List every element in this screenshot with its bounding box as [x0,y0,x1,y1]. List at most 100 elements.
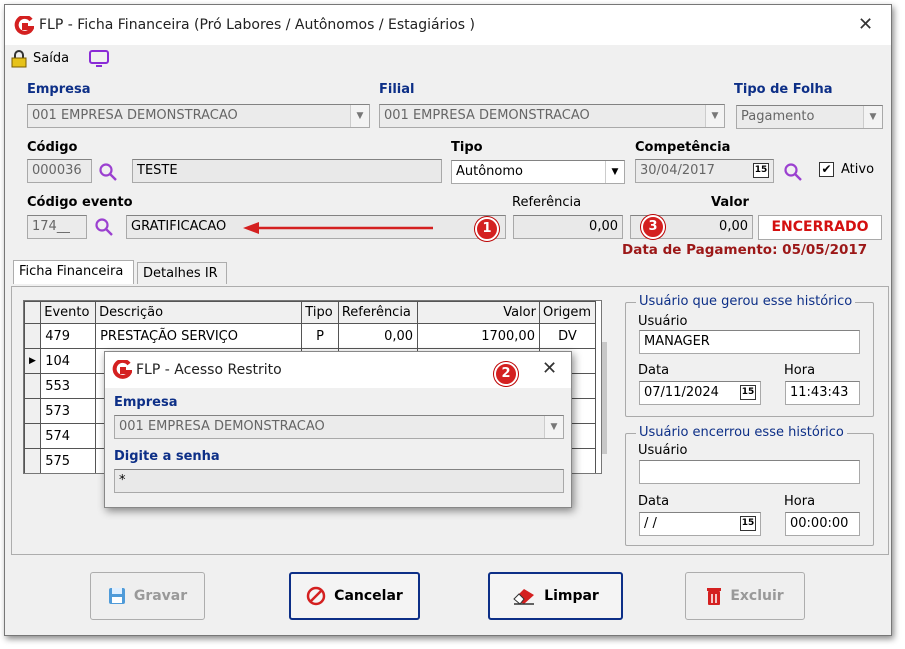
delete-button[interactable]: Excluir [685,572,805,620]
window-title: FLP - Ficha Financeira (Pró Labores / Au… [39,17,475,33]
chevron-down-icon: ▼ [705,105,724,127]
valor-value: 0,00 [719,219,748,234]
empresa-label: Empresa [27,82,91,97]
empresa-select[interactable]: 001 EMPRESA DEMONSTRACAO ▼ [27,104,370,128]
tipo-folha-value: Pagamento [741,109,815,124]
restricted-access-dialog: FLP - Acesso Restrito ✕ 2 Empresa 001 EM… [104,351,572,508]
tipo-label: Tipo [451,140,483,155]
trash-icon [707,588,722,605]
user-label: Usuário [638,443,688,458]
competencia-field[interactable]: 30/04/2017 15 [635,159,774,183]
tab-label: Ficha Financeira [19,264,124,279]
flp-logo-icon [14,16,34,35]
eraser-icon [513,589,535,605]
ativo-checkbox[interactable]: ✔ [819,162,834,177]
cell-origem: DV [538,323,597,349]
chevron-down-icon: ▼ [605,161,624,183]
column-header[interactable]: Evento [40,301,97,324]
closed-user-field[interactable] [639,460,860,484]
row-indicator [24,323,42,349]
grid-scrollbar[interactable] [602,342,607,454]
closed-time-field[interactable]: 00:00:00 [785,512,860,536]
filial-label: Filial [379,82,415,97]
cell-evento: 104 [40,348,97,374]
column-header[interactable]: Valor [417,301,540,324]
save-button[interactable]: Gravar [90,572,205,620]
cell-valor: 1700,00 [417,323,540,349]
lock-icon [11,50,27,68]
calendar-icon[interactable]: 15 [740,385,756,400]
row-indicator [24,423,42,449]
dialog-empresa-select[interactable]: 001 EMPRESA DEMONSTRACAO ▼ [114,415,564,439]
created-user-value: MANAGER [644,334,710,349]
exit-button[interactable]: Saída [11,49,71,69]
created-time-field[interactable]: 11:43:43 [785,381,860,405]
close-icon[interactable]: ✕ [858,14,873,35]
time-label: Hora [784,363,816,378]
codigo-label: Código [27,140,78,155]
table-header: Evento Descrição Tipo Referência Valor O… [24,301,597,324]
column-header[interactable]: Referência [337,301,419,324]
dialog-empresa-value: 001 EMPRESA DEMONSTRACAO [119,419,325,434]
search-icon[interactable] [94,217,114,237]
tipo-select[interactable]: Autônomo ▼ [451,160,625,184]
cell-evento: 574 [40,423,97,449]
cancel-button[interactable]: Cancelar [289,572,420,620]
column-header[interactable]: Origem [538,301,597,324]
cell-evento: 575 [40,448,97,473]
search-icon[interactable] [783,162,803,182]
history-created-title: Usuário que gerou esse histórico [636,294,856,309]
search-icon[interactable] [98,162,118,182]
floppy-disk-icon [108,588,125,604]
cancel-label: Cancelar [334,588,403,604]
exit-label: Saída [33,51,70,66]
competencia-label: Competência [635,140,731,155]
nome-value: TESTE [137,163,178,178]
created-date-field[interactable]: 07/11/2024 15 [639,381,761,405]
codigo-value: 000036 [32,163,82,178]
cell-evento: 479 [40,323,97,349]
nome-field[interactable]: TESTE [132,159,442,183]
annotation-badge-2: 2 [494,362,518,386]
tab-detalhes-ir[interactable]: Detalhes IR [137,262,227,284]
referencia-label: Referência [512,195,582,210]
cell-tipo: P [301,323,339,349]
status-badge: ENCERRADO [758,215,882,240]
created-user-field[interactable]: MANAGER [639,330,860,354]
clear-button[interactable]: Limpar [488,572,623,620]
cell-referencia: 0,00 [337,323,419,349]
data-pagamento: Data de Pagamento: 05/05/2017 [622,242,868,258]
filial-select[interactable]: 001 EMPRESA DEMONSTRACAO ▼ [379,104,725,128]
chevron-down-icon: ▼ [863,106,882,128]
referencia-field[interactable]: 0,00 [513,215,623,239]
tipo-folha-select[interactable]: Pagamento ▼ [736,105,883,129]
password-value: * [119,473,126,488]
annotation-badge-1: 1 [475,217,499,241]
calendar-icon[interactable]: 15 [740,516,756,531]
row-indicator-header [24,301,42,324]
closed-date-field[interactable]: / / 15 [639,512,761,536]
delete-label: Excluir [730,588,784,604]
column-header[interactable]: Tipo [301,301,339,324]
competencia-value: 30/04/2017 [640,163,715,178]
cell-descricao: PRESTAÇÃO SERVIÇO [95,323,303,349]
calendar-icon[interactable]: 15 [753,163,769,178]
table-row[interactable]: 479 PRESTAÇÃO SERVIÇO P 0,00 1700,00 DV [24,323,597,349]
save-label: Gravar [133,588,188,604]
close-icon[interactable]: ✕ [542,358,557,379]
time-label: Hora [784,494,816,509]
password-field[interactable]: * [114,469,564,493]
cell-evento: 573 [40,398,97,424]
tab-ficha-financeira[interactable]: Ficha Financeira [13,260,134,284]
codigo-evento-field[interactable]: 174__ [27,215,87,239]
main-window: FLP - Ficha Financeira (Pró Labores / Au… [4,4,892,636]
closed-date-value: / / [644,516,657,531]
title-bar: FLP - Ficha Financeira (Pró Labores / Au… [5,5,891,45]
history-closed-title: Usuário encerrou esse histórico [636,425,847,440]
tipo-folha-label: Tipo de Folha [734,82,833,97]
current-row-icon: ▶ [24,348,42,374]
codigo-field[interactable]: 000036 [27,159,92,183]
column-header[interactable]: Descrição [95,301,303,324]
closed-time-value: 00:00:00 [790,516,849,531]
monitor-icon[interactable] [89,50,109,68]
